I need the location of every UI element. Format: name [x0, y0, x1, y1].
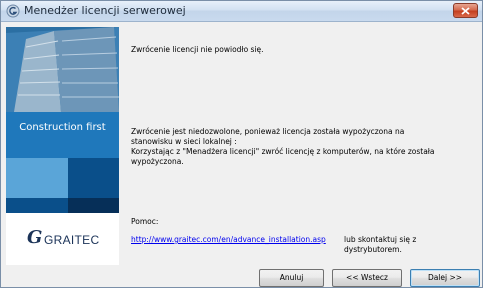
close-icon [461, 7, 470, 15]
license-manager-window: Menedżer licencji serwerowej Constructio… [0, 0, 483, 288]
window-title: Menedżer licencji serwerowej [24, 4, 186, 17]
decorative-blocks [6, 158, 119, 213]
tagline-text: Construction first [19, 122, 106, 133]
detail-message: Zwrócenie jest niedozwolone, ponieważ li… [131, 127, 435, 166]
help-alt-text: lub skontaktuj się z dystrybutorem. [344, 235, 417, 254]
help-link[interactable]: http://www.graitec.com/en/advance_instal… [131, 235, 326, 244]
cancel-button[interactable]: Anuluj [259, 269, 324, 287]
dark-blue-block [68, 198, 119, 213]
app-icon [6, 4, 20, 18]
message-panel: Zwrócenie licencji nie powiodło się. Zwr… [119, 27, 477, 265]
close-button[interactable] [453, 3, 478, 18]
graitec-logo: G GRAITEC [6, 213, 119, 265]
next-button[interactable]: Dalej >> [410, 269, 480, 287]
logo-mark: G [27, 227, 43, 248]
back-button[interactable]: << Wstecz [332, 269, 402, 287]
help-label: Pomoc: [131, 217, 159, 226]
wizard-sidebar-banner: Construction first G GRAITEC [6, 27, 119, 265]
logo-wordmark: GRAITEC [44, 233, 100, 247]
tagline-band: Construction first [6, 112, 119, 158]
primary-message: Zwrócenie licencji nie powiodło się. [131, 45, 264, 54]
building-image [6, 27, 119, 112]
title-bar[interactable]: Menedżer licencji serwerowej [1, 1, 482, 22]
light-blue-block [6, 158, 68, 198]
